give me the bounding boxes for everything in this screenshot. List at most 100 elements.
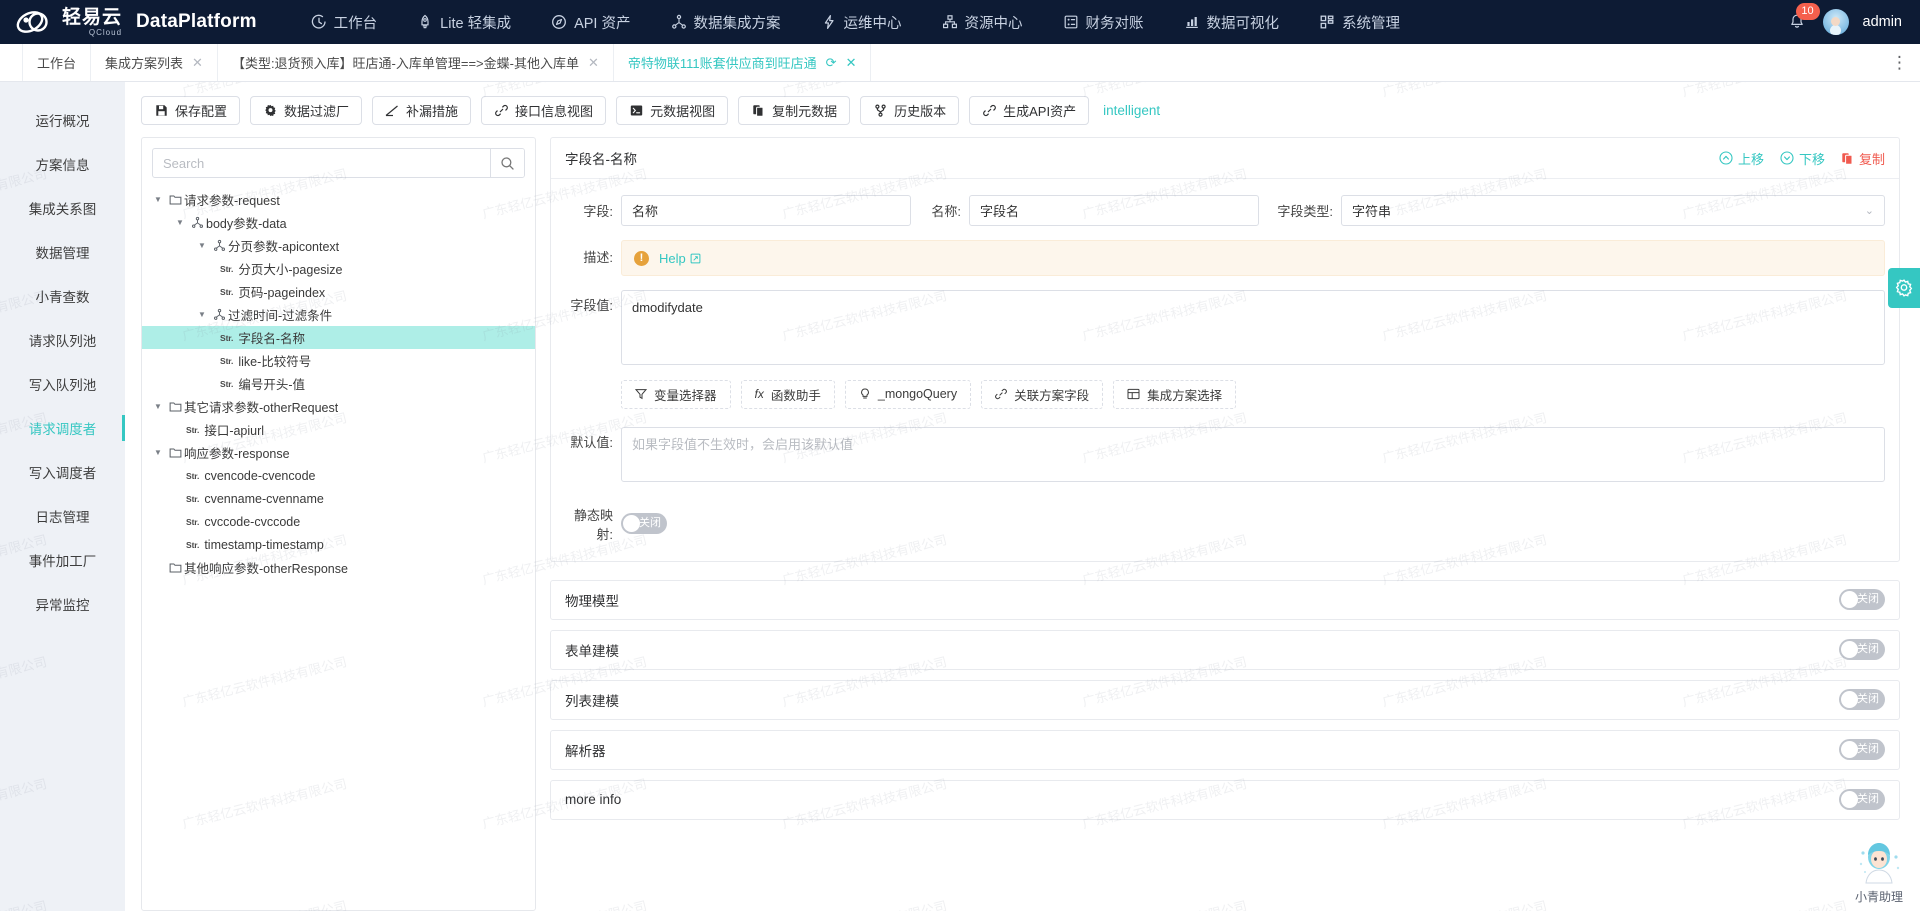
function-helper-chip[interactable]: fx 函数助手: [740, 379, 835, 409]
brand-logo-area[interactable]: 轻易云 QCloud DataPlatform: [14, 7, 257, 37]
tree-node-cvccode[interactable]: Str. cvccode-cvccode: [142, 510, 535, 533]
interface-info-view-button[interactable]: 接口信息视图: [481, 96, 607, 125]
tab-workbench[interactable]: 工作台: [22, 44, 92, 81]
panel-physical-model[interactable]: 物理模型 关闭: [550, 579, 1900, 620]
sidebar-item-integration-graph[interactable]: 集成关系图: [0, 186, 125, 230]
reload-icon[interactable]: ⟳: [826, 55, 837, 71]
tree-node-body-data[interactable]: ▼ body参数-data: [142, 211, 535, 234]
sidebar-item-solution-info[interactable]: 方案信息: [0, 142, 125, 186]
tree-node-response[interactable]: ▼ 响应参数-response: [142, 441, 535, 464]
field-type-select[interactable]: 字符串 ⌄: [1341, 195, 1885, 226]
tree-node-request[interactable]: ▼ 请求参数-request: [142, 188, 535, 211]
button-label: 生成API资产: [1003, 104, 1077, 119]
sidebar-item-write-queue-pool[interactable]: 写入队列池: [0, 362, 125, 406]
default-value-textarea[interactable]: [621, 426, 1885, 482]
move-up-button[interactable]: 上移: [1719, 149, 1764, 168]
nav-item-finance-reconciliation[interactable]: 财务对账: [1043, 0, 1164, 44]
search-button[interactable]: [490, 149, 524, 177]
notifications-button[interactable]: 10: [1785, 3, 1820, 34]
tree-node-other-response[interactable]: 其他响应参数-otherResponse: [142, 556, 535, 579]
static-mapping-toggle[interactable]: 关闭: [621, 513, 667, 534]
tab-bar-more-button[interactable]: ⋮: [1880, 44, 1920, 81]
tree-node-timestamp[interactable]: Str. timestamp-timestamp: [142, 533, 535, 556]
nav-item-api-assets[interactable]: API 资产: [531, 0, 650, 44]
avatar[interactable]: [1822, 9, 1849, 35]
tab-ditewulian-supplier[interactable]: 帝特物联111账套供应商到旺店通 ⟳ ✕: [613, 44, 872, 81]
mongo-query-chip[interactable]: _mongoQuery: [844, 379, 972, 409]
chevron-down-icon[interactable]: ▼: [150, 448, 166, 457]
name-input[interactable]: [969, 195, 1259, 226]
tree-node-pageindex[interactable]: Str. 页码-pageindex: [142, 280, 535, 303]
sidebar-item-write-scheduler[interactable]: 写入调度者: [0, 450, 125, 494]
sidebar-item-label: 请求队列池: [28, 334, 97, 349]
data-filter-factory-button[interactable]: 数据过滤厂: [250, 96, 363, 125]
form-modeling-toggle[interactable]: 关闭: [1839, 639, 1885, 660]
sidebar-item-event-factory[interactable]: 事件加工厂: [0, 538, 125, 582]
chevron-down-icon[interactable]: ▼: [172, 218, 188, 227]
sidebar-item-request-scheduler[interactable]: 请求调度者: [0, 406, 125, 450]
parameter-tree[interactable]: ▼ 请求参数-request ▼ body参数-data ▼ 分页参数-apic…: [142, 184, 535, 910]
nav-item-data-integration[interactable]: 数据集成方案: [651, 0, 801, 44]
panel-list-modeling[interactable]: 列表建模 关闭: [550, 679, 1900, 720]
tree-node-apiurl[interactable]: Str. 接口-apiurl: [142, 418, 535, 441]
patch-measures-button[interactable]: 补漏措施: [372, 96, 472, 125]
username-label[interactable]: admin: [1863, 14, 1903, 30]
chevron-down-icon[interactable]: ▼: [150, 402, 166, 411]
tab-integration-list[interactable]: 集成方案列表 ✕: [91, 44, 218, 81]
help-link[interactable]: Help: [659, 251, 701, 266]
sidebar-item-log-management[interactable]: 日志管理: [0, 494, 125, 538]
tree-node-apicontext[interactable]: ▼ 分页参数-apicontext: [142, 234, 535, 257]
panel-parser[interactable]: 解析器 关闭: [550, 729, 1900, 770]
close-icon[interactable]: ✕: [846, 56, 857, 69]
nav-item-lite-integration[interactable]: Lite 轻集成: [397, 0, 531, 44]
nav-item-ops-center[interactable]: 运维中心: [801, 0, 922, 44]
search-input[interactable]: [153, 149, 490, 177]
nav-item-workbench[interactable]: 工作台: [291, 0, 398, 44]
field-value-textarea[interactable]: dmodifydate: [621, 290, 1885, 365]
copy-metadata-button[interactable]: 复制元数据: [738, 96, 851, 125]
panel-form-modeling[interactable]: 表单建模 关闭: [550, 629, 1900, 670]
panel-more-info[interactable]: more info 关闭: [550, 779, 1900, 820]
sidebar-item-overview[interactable]: 运行概况: [0, 98, 125, 142]
nav-item-data-visualization[interactable]: 数据可视化: [1164, 0, 1300, 44]
more-info-toggle[interactable]: 关闭: [1839, 789, 1885, 810]
sidebar-item-request-queue-pool[interactable]: 请求队列池: [0, 318, 125, 362]
integration-solution-select-chip[interactable]: 集成方案选择: [1113, 379, 1237, 409]
metadata-view-button[interactable]: 元数据视图: [616, 96, 729, 125]
save-config-button[interactable]: 保存配置: [141, 96, 241, 125]
tree-node-pagesize[interactable]: Str. 分页大小-pagesize: [142, 257, 535, 280]
tree-node-field-name-selected[interactable]: Str. 字段名-名称: [142, 326, 535, 349]
chevron-down-icon[interactable]: ▼: [194, 310, 210, 319]
field-input[interactable]: [621, 195, 911, 226]
tree-node-cvencode[interactable]: Str. cvencode-cvencode: [142, 464, 535, 487]
field-identity-row: 字段: 名称: 字段类型: 字符串 ⌄: [565, 195, 1885, 226]
chevron-down-icon[interactable]: ▼: [150, 195, 166, 204]
nav-item-resource-center[interactable]: 资源中心: [922, 0, 1043, 44]
parser-toggle[interactable]: 关闭: [1839, 739, 1885, 760]
intelligent-link[interactable]: intelligent: [1103, 103, 1160, 118]
close-icon[interactable]: ✕: [192, 56, 203, 69]
tab-return-prestock[interactable]: 【类型:退货预入库】旺店通-入库单管理==>金蝶-其他入库单 ✕: [217, 44, 614, 81]
sidebar-item-exception-monitor[interactable]: 异常监控: [0, 582, 125, 626]
tree-node-filter-condition[interactable]: ▼ 过滤时间-过滤条件: [142, 303, 535, 326]
list-modeling-toggle[interactable]: 关闭: [1839, 689, 1885, 710]
tree-node-other-request[interactable]: ▼ 其它请求参数-otherRequest: [142, 395, 535, 418]
nav-item-system-management[interactable]: 系统管理: [1299, 0, 1420, 44]
chip-label: _mongoQuery: [877, 387, 958, 401]
settings-drawer-button[interactable]: [1888, 268, 1920, 308]
assistant-widget[interactable]: 小青助理: [1852, 837, 1906, 905]
generate-api-asset-button[interactable]: 生成API资产: [969, 96, 1090, 125]
physical-model-toggle[interactable]: 关闭: [1839, 589, 1885, 610]
sidebar-item-data-management[interactable]: 数据管理: [0, 230, 125, 274]
close-icon[interactable]: ✕: [588, 56, 599, 69]
tree-node-cvenname[interactable]: Str. cvenname-cvenname: [142, 487, 535, 510]
tree-node-code-prefix-value[interactable]: Str. 编号开头-值: [142, 372, 535, 395]
related-solution-field-chip[interactable]: 关联方案字段: [981, 379, 1104, 409]
variable-selector-chip[interactable]: 变量选择器: [621, 379, 731, 409]
history-version-button[interactable]: 历史版本: [860, 96, 960, 125]
sidebar-item-xiaoqing-query[interactable]: 小青查数: [0, 274, 125, 318]
move-down-button[interactable]: 下移: [1780, 149, 1825, 168]
copy-field-button[interactable]: 复制: [1841, 149, 1885, 168]
tree-node-like-operator[interactable]: Str. like-比较符号: [142, 349, 535, 372]
chevron-down-icon[interactable]: ▼: [194, 241, 210, 250]
